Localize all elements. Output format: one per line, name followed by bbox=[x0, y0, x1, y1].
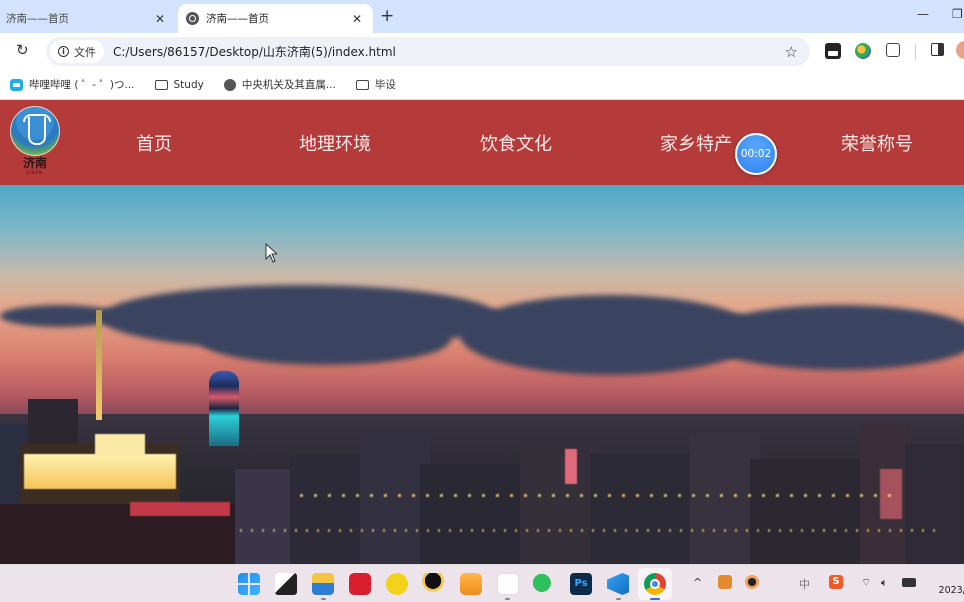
globe-icon bbox=[186, 12, 199, 25]
extension-icon[interactable] bbox=[825, 43, 841, 59]
chrome-icon[interactable] bbox=[644, 573, 666, 595]
building bbox=[750, 459, 870, 564]
building bbox=[420, 464, 530, 564]
tab-close-icon[interactable]: ✕ bbox=[150, 12, 170, 26]
profile-avatar[interactable] bbox=[956, 41, 964, 59]
minimize-button[interactable]: — bbox=[917, 7, 929, 21]
logo-emblem-icon bbox=[10, 106, 60, 156]
netease-music-icon[interactable] bbox=[349, 573, 371, 595]
building-lights bbox=[95, 434, 145, 456]
building bbox=[235, 469, 295, 564]
tab-active[interactable]: 济南——首页 ✕ bbox=[178, 4, 373, 33]
tab-close-icon[interactable]: ✕ bbox=[347, 12, 367, 26]
tray-app-icon[interactable] bbox=[718, 575, 732, 589]
bookmark-label: 哔哩哔哩 ( ゜- ゜)つ... bbox=[29, 79, 135, 91]
nav-home[interactable]: 首页 bbox=[136, 100, 172, 185]
extensions-puzzle-icon[interactable] bbox=[886, 43, 900, 57]
sogou-input-icon[interactable]: S bbox=[829, 575, 843, 589]
file-explorer-icon[interactable] bbox=[312, 573, 334, 595]
baidu-netdisk-icon[interactable] bbox=[497, 573, 519, 595]
task-view-icon[interactable] bbox=[275, 573, 297, 595]
logo-text: 济南 bbox=[22, 156, 47, 170]
city-skyline bbox=[0, 399, 964, 564]
bookmark-label: 中央机关及其直属... bbox=[241, 79, 336, 91]
extension-globe-icon[interactable] bbox=[855, 43, 871, 59]
bookmarks-bar: 哔哩哔哩 ( ゜- ゜)つ... Study 中央机关及其直属... 毕设 bbox=[0, 70, 964, 99]
building-lights bbox=[565, 449, 577, 484]
building bbox=[590, 454, 700, 564]
tower-spire bbox=[96, 310, 102, 420]
qq-icon[interactable] bbox=[422, 573, 444, 595]
site-info-chip[interactable]: i 文件 bbox=[50, 40, 104, 63]
tray-qq-icon[interactable] bbox=[745, 575, 759, 589]
clock-date: 2023/12 bbox=[938, 585, 964, 596]
ime-indicator[interactable]: 中 bbox=[799, 576, 810, 592]
battery-icon[interactable] bbox=[902, 578, 916, 587]
cloud bbox=[0, 305, 120, 327]
firewall-icon[interactable] bbox=[460, 573, 482, 595]
bookmark-study[interactable]: Study bbox=[154, 78, 204, 91]
start-menu-icon[interactable] bbox=[238, 573, 260, 595]
tab-title: 济南——首页 bbox=[206, 13, 269, 25]
building-lights bbox=[130, 502, 230, 516]
url-text[interactable]: C:/Users/86157/Desktop/山东济南(5)/index.htm… bbox=[113, 43, 785, 60]
photoshop-icon[interactable]: Ps bbox=[570, 573, 592, 595]
reload-button[interactable]: ↻ bbox=[16, 41, 29, 59]
cloud bbox=[700, 305, 964, 370]
bookmark-star-icon[interactable]: ☆ bbox=[785, 43, 798, 61]
site-logo[interactable]: 济南 JINAN bbox=[10, 106, 60, 180]
tab-strip: 济南——首页 ✕ 济南——首页 ✕ + — ❐ bbox=[0, 0, 964, 33]
recording-timer-badge[interactable]: 00:02 bbox=[735, 133, 777, 175]
globe-icon bbox=[223, 78, 236, 91]
tray-overflow-chevron-icon[interactable]: ^ bbox=[693, 576, 702, 589]
running-indicator-active bbox=[650, 598, 660, 600]
nav-geography[interactable]: 地理环境 bbox=[299, 100, 371, 185]
bookmark-graduation-project[interactable]: 毕设 bbox=[355, 77, 396, 92]
windows-taskbar: Ps ^ 中 S ⌔ 🔈︎ 2 2023/12 bbox=[0, 564, 964, 602]
wechat-icon[interactable] bbox=[533, 573, 555, 595]
building bbox=[290, 454, 370, 564]
new-tab-button[interactable]: + bbox=[380, 6, 394, 26]
nav-local-specialties[interactable]: 家乡特产 bbox=[660, 100, 732, 185]
system-clock[interactable]: 2 2023/12 bbox=[928, 570, 964, 598]
side-panel-icon[interactable] bbox=[931, 43, 944, 56]
logo-subtext: JINAN bbox=[26, 170, 44, 175]
site-header: 济南 JINAN 首页 地理环境 饮食文化 家乡特产 荣誉称号 bbox=[0, 100, 964, 185]
qq-music-icon[interactable] bbox=[386, 573, 408, 595]
restore-button[interactable]: ❐ bbox=[952, 7, 963, 21]
volume-icon[interactable]: 🔈︎ bbox=[881, 576, 888, 590]
city-lights bbox=[240, 529, 940, 532]
tab-title: 济南——首页 bbox=[6, 13, 69, 25]
hero-cityscape-image bbox=[0, 185, 964, 564]
bookmark-central-agencies[interactable]: 中央机关及其直属... bbox=[223, 77, 336, 92]
tab-inactive[interactable]: 济南——首页 ✕ bbox=[0, 4, 176, 33]
building-lights bbox=[24, 454, 176, 489]
city-lights bbox=[300, 494, 900, 497]
bookmark-label: Study bbox=[173, 78, 204, 91]
cloud bbox=[200, 315, 450, 365]
led-tower bbox=[209, 371, 239, 446]
browser-toolbar: ↻ i 文件 C:/Users/86157/Desktop/山东济南(5)/in… bbox=[0, 33, 964, 70]
folder-icon bbox=[154, 79, 168, 90]
bookmark-bilibili[interactable]: 哔哩哔哩 ( ゜- ゜)つ... bbox=[10, 77, 135, 92]
address-bar[interactable]: i 文件 C:/Users/86157/Desktop/山东济南(5)/inde… bbox=[46, 37, 810, 66]
bookmark-label: 毕设 bbox=[374, 79, 396, 91]
site-info-label: 文件 bbox=[74, 45, 96, 59]
nav-food-culture[interactable]: 饮食文化 bbox=[480, 100, 552, 185]
folder-icon bbox=[355, 79, 369, 90]
clock-time: 2 bbox=[928, 570, 964, 584]
building bbox=[905, 444, 964, 564]
info-icon: i bbox=[58, 46, 69, 57]
building bbox=[520, 439, 600, 564]
nav-honors[interactable]: 荣誉称号 bbox=[841, 100, 913, 185]
wifi-icon[interactable]: ⌔ bbox=[861, 576, 871, 590]
running-indicator bbox=[321, 598, 326, 600]
toolbar-divider bbox=[915, 44, 916, 60]
vscode-icon[interactable] bbox=[607, 573, 629, 595]
running-indicator bbox=[505, 598, 510, 600]
bilibili-icon bbox=[10, 78, 23, 91]
running-indicator bbox=[616, 598, 621, 600]
